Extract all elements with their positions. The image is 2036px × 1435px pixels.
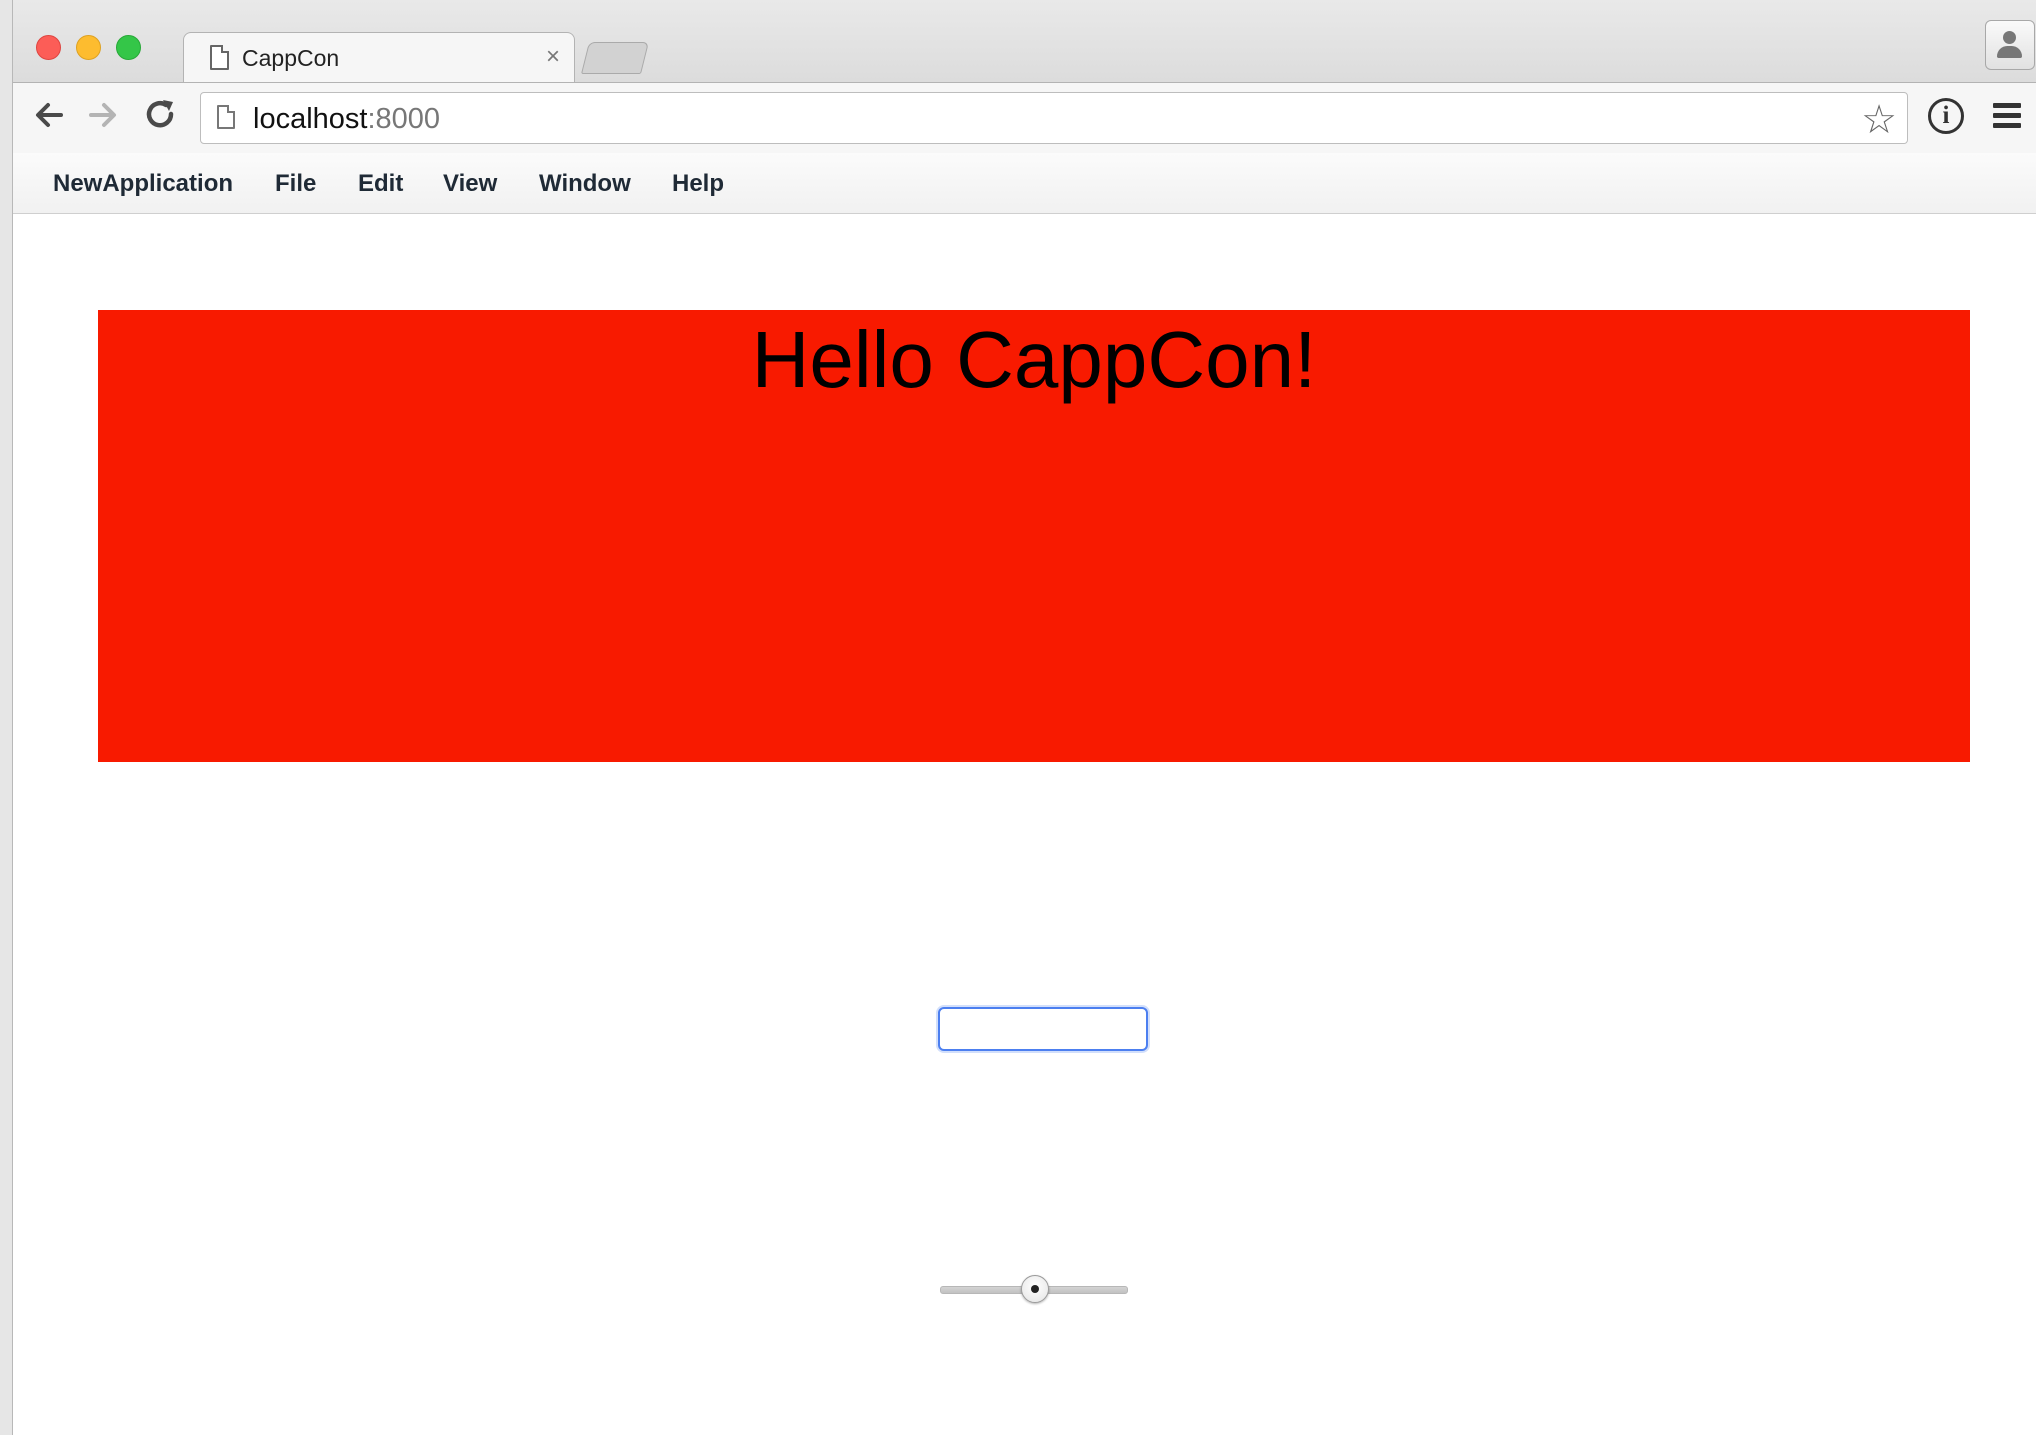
- tab-strip: CappCon ×: [13, 0, 2036, 83]
- address-bar[interactable]: localhost:8000 ☆: [200, 92, 1908, 144]
- star-icon[interactable]: ☆: [1861, 97, 1897, 143]
- forward-button[interactable]: [83, 97, 123, 137]
- back-button[interactable]: [29, 97, 69, 137]
- browser-toolbar: localhost:8000 ☆ i: [13, 82, 2036, 154]
- window-minimize-button[interactable]: [76, 35, 101, 60]
- tab-close-icon[interactable]: ×: [546, 43, 560, 71]
- page-icon: [217, 105, 235, 129]
- reload-icon: [146, 100, 174, 128]
- page-content: Hello CappCon!: [13, 214, 2036, 1435]
- menu-view[interactable]: View: [443, 170, 497, 198]
- menu-help[interactable]: Help: [672, 170, 724, 198]
- text-input[interactable]: [938, 1007, 1148, 1051]
- reload-button[interactable]: [140, 97, 180, 137]
- banner-text: Hello CappCon!: [751, 315, 1317, 404]
- hello-banner: Hello CappCon!: [98, 310, 1970, 762]
- menu-newapplication[interactable]: NewApplication: [53, 170, 233, 198]
- info-icon[interactable]: i: [1928, 98, 1964, 134]
- arrow-left-icon: [36, 103, 63, 127]
- app-menubar: NewApplication File Edit View Window Hel…: [13, 153, 2036, 214]
- tab-title: CappCon: [242, 45, 340, 71]
- url-text: localhost:8000: [253, 103, 441, 135]
- slider-knob[interactable]: [1021, 1275, 1049, 1303]
- profile-icon[interactable]: [1985, 20, 2035, 70]
- window-maximize-button[interactable]: [116, 35, 141, 60]
- menu-file[interactable]: File: [275, 170, 316, 198]
- menu-edit[interactable]: Edit: [358, 170, 403, 198]
- slider[interactable]: [940, 1275, 1128, 1303]
- menu-window[interactable]: Window: [539, 170, 631, 198]
- browser-window: CappCon × localhost:8000 ☆ i NewApplicat…: [12, 0, 2036, 1435]
- arrow-right-icon: [89, 103, 116, 127]
- tab-cappcon[interactable]: CappCon ×: [183, 32, 575, 83]
- new-tab-button[interactable]: [581, 42, 649, 74]
- page-icon: [210, 45, 229, 70]
- window-close-button[interactable]: [36, 35, 61, 60]
- hamburger-menu-icon[interactable]: [1993, 101, 2021, 131]
